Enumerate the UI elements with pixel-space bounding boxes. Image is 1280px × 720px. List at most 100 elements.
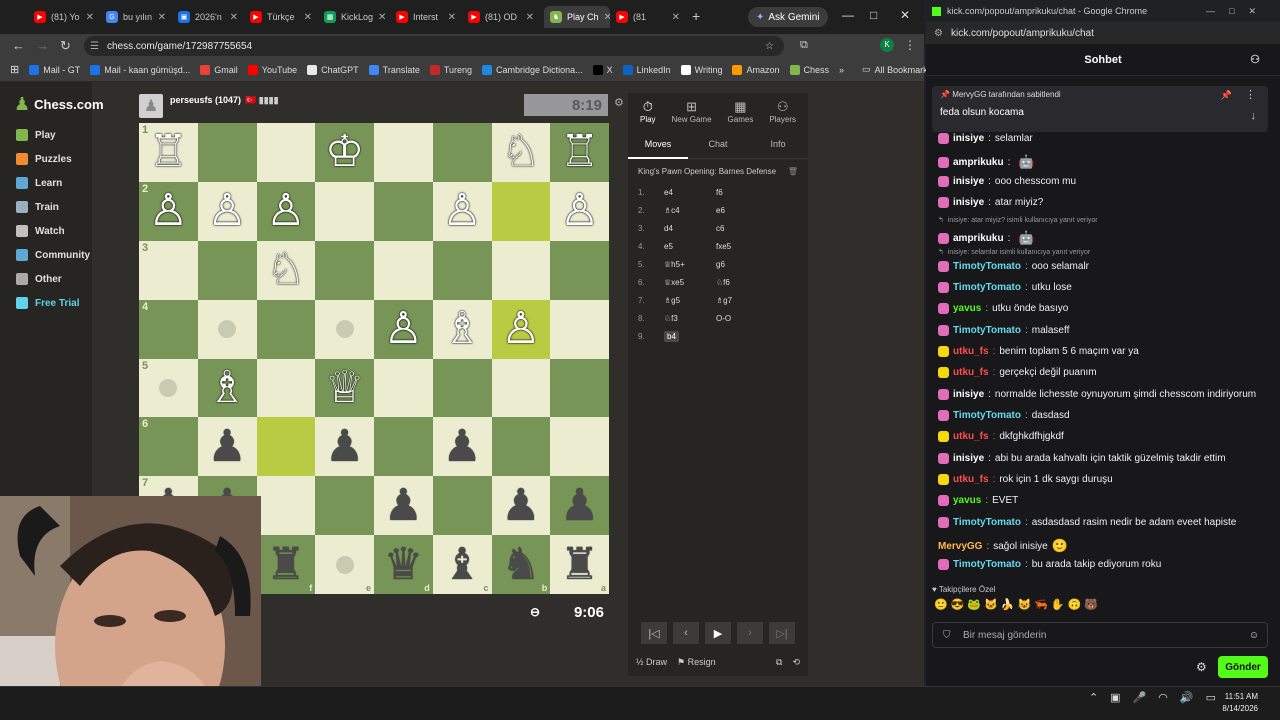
square[interactable]: 2 ♙ [139, 181, 198, 241]
profile-avatar[interactable]: K [880, 38, 894, 52]
apps-grid-icon[interactable]: ⊞ [10, 63, 19, 76]
chat-username[interactable]: inisiye [953, 176, 984, 187]
emote-icon[interactable]: 🐻 [1084, 598, 1098, 611]
legal-move-dot[interactable] [335, 555, 354, 574]
tab-close-icon[interactable]: ✕ [526, 12, 534, 23]
square[interactable]: ♖ [550, 123, 609, 182]
panel-tab-new-game[interactable]: ⊞ New Game [672, 99, 712, 124]
square[interactable] [256, 299, 316, 359]
sidebar-item-play[interactable]: Play [0, 123, 92, 147]
square[interactable] [491, 417, 551, 477]
move-san[interactable]: e4 [654, 188, 716, 197]
square[interactable] [374, 240, 433, 300]
square[interactable] [197, 299, 257, 359]
square[interactable]: ♙ [374, 299, 433, 359]
panel-tab-games[interactable]: ▦ Games [728, 99, 754, 124]
chat-username[interactable]: inisiye [953, 197, 984, 208]
square[interactable] [432, 476, 492, 536]
chess-piece[interactable]: ♙ [384, 307, 423, 351]
move-san[interactable]: f6 [716, 188, 778, 197]
bookmark-item[interactable]: Cambridge Dictiona... [482, 64, 583, 75]
bookmark-star-icon[interactable]: ☆ [765, 41, 774, 52]
move-san[interactable]: ♕xe5 [654, 278, 716, 287]
chess-piece[interactable]: ♖ [560, 130, 599, 174]
square[interactable]: ♟ [550, 476, 609, 536]
square[interactable]: ♟ [197, 417, 257, 477]
last-move-icon[interactable]: ▷| [769, 622, 795, 644]
panel-tab-players[interactable]: ⚇ Players [769, 99, 796, 124]
chat-username[interactable]: amprikuku [953, 233, 1004, 244]
tab-2[interactable]: ▣ 2026'n ✕ [172, 6, 244, 28]
mic-icon[interactable]: 🎤 [1133, 691, 1147, 704]
expand-icon[interactable]: ↓ [1251, 110, 1257, 122]
chess-piece[interactable]: ♞ [501, 542, 540, 587]
emote-row[interactable]: 🙂 😎 🐸 🐱 🍌 😺 🦐 ✋ 🙃 🐻 [934, 598, 1098, 611]
back-icon[interactable]: ← [12, 38, 25, 53]
chess-piece[interactable]: ♟ [442, 424, 481, 469]
emote-icon[interactable]: 🙃 [1068, 598, 1082, 611]
square[interactable]: c ♝ [432, 535, 492, 594]
chat-username[interactable]: TimotyTomato [953, 517, 1021, 528]
legal-move-dot[interactable] [218, 320, 237, 339]
square[interactable] [315, 240, 374, 300]
square[interactable]: ♗ [432, 299, 492, 359]
clock[interactable]: 11:51 AM 8/14/2026 [1222, 691, 1258, 715]
chat-username[interactable]: inisiye [953, 133, 984, 144]
tab-3[interactable]: ▶ Türkçe ✕ [244, 6, 318, 28]
chat-username[interactable]: inisiye [953, 389, 984, 400]
emote-icon[interactable]: 🙂 [934, 598, 948, 611]
move-san[interactable]: ♘f6 [716, 278, 778, 287]
tab-1[interactable]: Gbu yılın ✕ [100, 6, 172, 28]
chat-message[interactable]: inisiye: atar miyiz? [938, 197, 1043, 208]
chat-username[interactable]: amprikuku [953, 157, 1004, 168]
move-san[interactable]: ♕h5+ [654, 260, 716, 269]
chess-piece[interactable]: ♘ [266, 248, 305, 292]
subtab-chat[interactable]: Chat [688, 129, 748, 159]
address-bar[interactable]: ☰ chess.com/game/172987755654 ☆ [84, 36, 784, 56]
flip-icon[interactable]: ⟲ [792, 657, 800, 668]
chat-username[interactable]: utku_fs [953, 431, 989, 442]
sidebar-item-other[interactable]: Other [0, 267, 92, 291]
sidebar-item-puzzles[interactable]: Puzzles [0, 147, 92, 171]
square[interactable] [256, 358, 316, 418]
move-san[interactable]: c6 [716, 224, 778, 233]
reply-indicator[interactable]: ↰ inisiye: selamlar isimli kullanıcıya ya… [938, 248, 1090, 257]
move-san[interactable]: ♗g7 [716, 296, 778, 305]
chat-username[interactable]: utku_fs [953, 474, 989, 485]
square[interactable] [374, 358, 433, 418]
board-settings-icon[interactable]: ⚙ [614, 96, 624, 109]
move-san[interactable]: e5 [654, 242, 716, 251]
square[interactable] [315, 299, 374, 359]
chess-piece[interactable]: ♗ [442, 307, 481, 351]
site-info-icon[interactable]: ☰ [90, 41, 99, 52]
opponent-avatar[interactable]: ♟ [139, 94, 163, 118]
tab-7[interactable]: ♞ Play Ch ✕ [544, 6, 610, 28]
tab-close-icon[interactable]: ✕ [378, 12, 386, 23]
kick-window-controls[interactable]: —□✕ [1206, 6, 1270, 17]
square[interactable] [374, 181, 433, 241]
square[interactable]: ♘ [256, 240, 316, 300]
square[interactable]: ♙ [491, 299, 551, 359]
chess-piece[interactable]: ♙ [149, 189, 188, 233]
tab-close-icon[interactable]: ✕ [672, 12, 680, 23]
chat-message[interactable]: amprikuku: 🤖 [938, 230, 1035, 246]
first-move-icon[interactable]: |◁ [641, 622, 667, 644]
square[interactable]: ♘ [491, 123, 551, 182]
bookmark-item[interactable]: Translate [368, 64, 420, 75]
square[interactable] [491, 181, 551, 241]
analysis-icon[interactable]: ⧉ [776, 657, 782, 668]
tab-close-icon[interactable]: ✕ [158, 12, 166, 23]
move-san[interactable]: fxe5 [716, 242, 778, 251]
volume-icon[interactable]: 🔊 [1180, 691, 1194, 704]
chat-username[interactable]: utku_fs [953, 346, 989, 357]
square[interactable] [550, 358, 609, 418]
kick-site-info-icon[interactable]: ⚙ [934, 28, 943, 39]
bookmark-item[interactable]: Mail - kaan gümüşd... [90, 64, 190, 75]
chess-piece[interactable]: ♙ [207, 189, 246, 233]
sidebar-item-learn[interactable]: Learn [0, 171, 92, 195]
chat-username[interactable]: TimotyTomato [953, 261, 1021, 272]
chess-piece[interactable]: ♜ [266, 542, 305, 587]
chess-piece[interactable]: ♟ [384, 483, 423, 528]
move-san[interactable]: ♗c4 [654, 206, 716, 215]
unpin-icon[interactable]: 📌 [1221, 90, 1232, 101]
